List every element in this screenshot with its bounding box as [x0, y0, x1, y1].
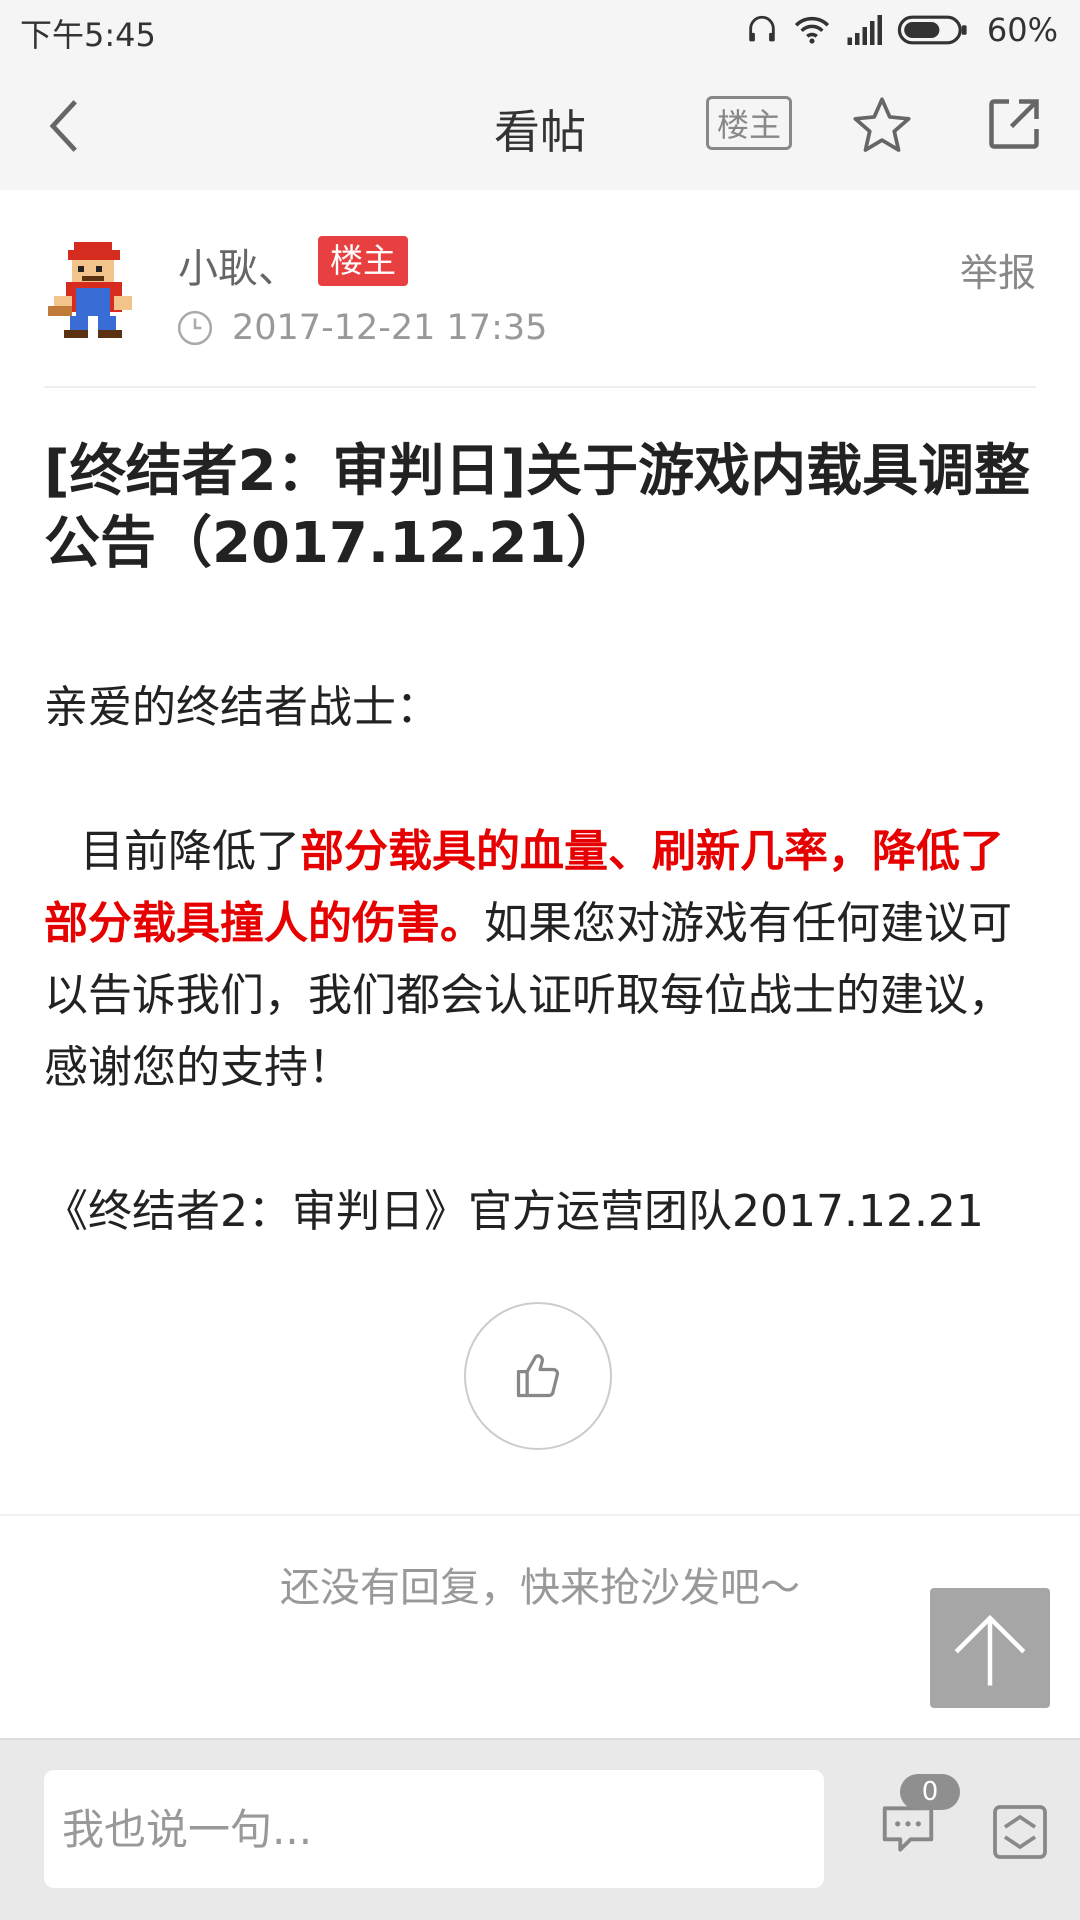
star-icon[interactable] [850, 94, 914, 158]
author-name[interactable]: 小耿、 [178, 236, 298, 294]
share-icon[interactable] [984, 94, 1044, 154]
nav-bar: 看帖 楼主 [0, 62, 1080, 190]
avatar[interactable] [44, 236, 142, 340]
post-detail-screen: 下午5:45 60% 看帖 楼主 小耿、 楼主 举报 2017-12-21 17… [0, 0, 1080, 1920]
signature: 《终结者2：审判日》官方运营团队2017.12.21 [44, 1186, 984, 1237]
back-button[interactable] [30, 92, 98, 160]
status-icons: 60% [745, 8, 1058, 52]
post-time: 2017-12-21 17:35 [232, 308, 548, 348]
status-bar: 下午5:45 60% [0, 0, 1080, 62]
signal-icon [847, 15, 882, 45]
expand-icon[interactable] [990, 1802, 1050, 1862]
scroll-to-top-button[interactable] [930, 1588, 1050, 1708]
post-time-row: 2017-12-21 17:35 [176, 308, 547, 348]
greeting: 亲爱的终结者战士： [44, 682, 440, 733]
battery-percent: 60% [986, 11, 1058, 49]
status-time: 下午5:45 [20, 16, 156, 54]
reply-count-badge: 0 [900, 1774, 960, 1810]
headphones-icon [749, 15, 775, 42]
owner-badge: 楼主 [318, 236, 408, 286]
thumbs-up-icon [516, 1354, 560, 1398]
page-title: 看帖 [494, 105, 586, 159]
back-arrow-icon [49, 100, 77, 152]
like-button[interactable] [464, 1302, 612, 1450]
bottom-bar: 0 [0, 1738, 1080, 1920]
wifi-icon [794, 16, 829, 44]
divider [0, 1514, 1080, 1516]
report-link[interactable]: 举报 [960, 242, 1036, 297]
owner-only-button[interactable]: 楼主 [706, 96, 792, 150]
divider [44, 386, 1036, 388]
main-paragraph: 目前降低了部分载具的血量、刷新几率，降低了部分载具撞人的伤害。如果您对游戏有任何… [44, 816, 1034, 1104]
clock-icon [177, 310, 213, 346]
battery-icon [897, 15, 967, 45]
arrow-up-icon [954, 1614, 1026, 1686]
comment-input[interactable] [44, 1770, 824, 1888]
post-title: [终结者2：审判日]关于游戏内载具调整公告（2017.12.21） [44, 439, 1031, 576]
body-prefix: 目前降低了 [80, 826, 300, 877]
post-body: 亲爱的终结者战士： 目前降低了部分载具的血量、刷新几率，降低了部分载具撞人的伤害… [44, 672, 1034, 1248]
empty-replies-text: 还没有回复，快来抢沙发吧～ [280, 1565, 800, 1611]
